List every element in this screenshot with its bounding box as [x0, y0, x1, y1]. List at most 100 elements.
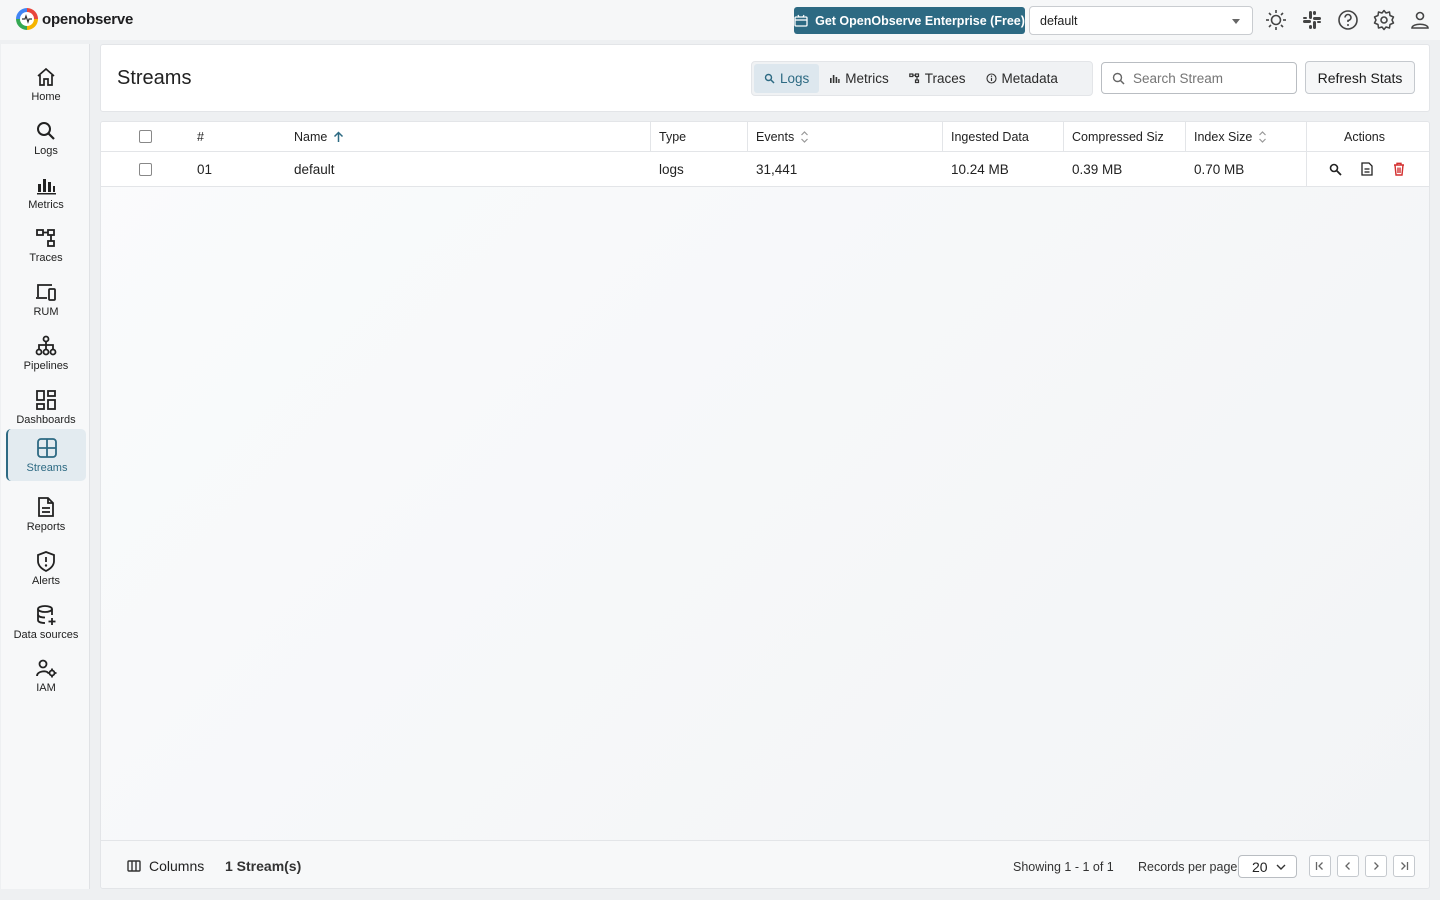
select-all-checkbox[interactable]	[139, 122, 152, 151]
streams-header: Streams Logs Metrics Traces Metadata Ref…	[100, 44, 1430, 112]
column-header-index-size[interactable]: Index Size	[1194, 122, 1267, 151]
dashboard-icon	[36, 389, 56, 410]
get-enterprise-button[interactable]: Get OpenObserve Enterprise (Free)	[794, 7, 1025, 34]
sidebar-item-metrics[interactable]: Metrics	[6, 166, 86, 218]
logo-icon	[16, 8, 38, 30]
search-icon	[764, 73, 775, 84]
user-icon[interactable]	[1408, 8, 1432, 32]
devices-icon	[36, 283, 56, 301]
pagination-controls	[1309, 855, 1415, 877]
search-icon	[37, 121, 55, 140]
column-header-name[interactable]: Name	[294, 122, 344, 151]
records-per-page-label: Records per page	[1138, 860, 1238, 874]
tab-metadata[interactable]: Metadata	[976, 64, 1068, 93]
column-header-label: Index Size	[1194, 129, 1253, 144]
tab-metrics[interactable]: Metrics	[819, 64, 899, 93]
column-header-label: Name	[294, 129, 328, 144]
column-header-label: Events	[756, 129, 795, 144]
get-enterprise-label: Get OpenObserve Enterprise (Free)	[815, 13, 1025, 28]
traces-icon	[36, 228, 55, 247]
column-header-ingested[interactable]: Ingested Data	[951, 122, 1029, 151]
app-logo[interactable]: openobserve	[16, 8, 133, 30]
cell-events: 31,441	[756, 161, 798, 177]
page-title: Streams	[117, 67, 192, 89]
traces-icon	[908, 73, 919, 84]
org-select[interactable]: default	[1029, 6, 1253, 35]
column-divider	[650, 122, 651, 151]
column-divider	[942, 122, 943, 151]
sidebar-item-traces[interactable]: Traces	[6, 219, 86, 271]
document-icon	[1361, 162, 1373, 176]
column-header-events[interactable]: Events	[756, 122, 809, 151]
org-select-value: default	[1040, 13, 1078, 28]
tab-label: Metrics	[845, 71, 889, 86]
table-header: # Name Type Events Ingested Data Compres…	[101, 122, 1429, 152]
info-icon	[985, 73, 997, 84]
tab-label: Metadata	[1001, 71, 1058, 86]
sidebar-item-alerts[interactable]: Alerts	[6, 542, 86, 594]
columns-button[interactable]: Columns	[127, 858, 204, 874]
cell-name: default	[294, 161, 335, 177]
sidebar-item-label: Data sources	[13, 628, 79, 641]
bar-chart-icon	[37, 178, 56, 194]
bar-chart-icon	[830, 75, 840, 83]
first-page-button[interactable]	[1309, 855, 1331, 877]
slack-icon[interactable]	[1300, 8, 1324, 32]
sidebar-item-streams[interactable]: Streams	[6, 429, 86, 481]
sort-icon	[800, 130, 809, 144]
chevron-down-icon	[1276, 864, 1286, 870]
stream-details-button[interactable]	[1355, 157, 1379, 181]
theme-icon[interactable]	[1264, 8, 1288, 32]
row-checkbox[interactable]	[139, 152, 152, 186]
settings-icon[interactable]	[1372, 8, 1396, 32]
column-header-actions: Actions	[1344, 129, 1385, 144]
iam-icon	[36, 659, 57, 677]
gift-icon	[794, 14, 808, 27]
explore-stream-button[interactable]	[1323, 157, 1347, 181]
cell-compressed: 0.39 MB	[1072, 161, 1123, 177]
search-stream-input[interactable]	[1133, 70, 1283, 86]
search-icon	[1329, 163, 1342, 176]
delete-icon	[1394, 162, 1404, 176]
previous-page-button[interactable]	[1337, 855, 1359, 877]
columns-icon	[127, 860, 141, 872]
columns-label: Columns	[149, 858, 205, 874]
sidebar-item-data-sources[interactable]: Data sources	[6, 596, 86, 648]
sidebar-item-home[interactable]: Home	[6, 58, 86, 110]
next-page-button[interactable]	[1365, 855, 1387, 877]
table-row[interactable]: 01 default logs 31,441 10.24 MB 0.39 MB …	[101, 152, 1429, 187]
sidebar: Home Logs Metrics Traces RUM Pipelines D…	[1, 44, 90, 889]
tab-logs[interactable]: Logs	[754, 64, 820, 93]
sidebar-item-pipelines[interactable]: Pipelines	[6, 327, 86, 379]
table-footer: Columns 1 Stream(s) Showing 1 - 1 of 1 R…	[101, 840, 1429, 888]
sidebar-item-reports[interactable]: Reports	[6, 488, 86, 540]
tab-traces[interactable]: Traces	[899, 64, 976, 93]
cell-index-size: 0.70 MB	[1194, 161, 1245, 177]
sidebar-item-label: Alerts	[31, 574, 61, 587]
streams-icon	[37, 437, 57, 458]
help-icon[interactable]	[1336, 8, 1360, 32]
pagination-summary: Showing 1 - 1 of 1	[1013, 860, 1114, 874]
sidebar-item-label: Metrics	[28, 198, 64, 211]
sidebar-item-rum[interactable]: RUM	[6, 273, 86, 325]
sidebar-item-label: Home	[31, 90, 61, 103]
column-header-type[interactable]: Type	[659, 122, 686, 151]
search-stream-field[interactable]	[1101, 62, 1297, 94]
sidebar-item-iam[interactable]: IAM	[6, 649, 86, 701]
sidebar-item-label: IAM	[36, 681, 56, 694]
chevron-left-icon	[1345, 862, 1350, 870]
sidebar-item-dashboards[interactable]: Dashboards	[6, 381, 86, 433]
cell-type: logs	[659, 161, 684, 177]
column-divider	[1185, 122, 1186, 151]
delete-stream-button[interactable]	[1387, 157, 1411, 181]
sidebar-item-logs[interactable]: Logs	[6, 112, 86, 164]
refresh-stats-button[interactable]: Refresh Stats	[1305, 61, 1415, 94]
search-icon	[1112, 72, 1125, 85]
records-per-page-select[interactable]: 20	[1238, 855, 1297, 878]
column-header-compressed[interactable]: Compressed Siz	[1072, 122, 1164, 151]
home-icon	[37, 67, 55, 86]
database-add-icon	[37, 604, 56, 625]
last-page-button[interactable]	[1393, 855, 1415, 877]
row-actions	[1323, 152, 1411, 186]
sort-ascending-icon	[333, 130, 344, 143]
